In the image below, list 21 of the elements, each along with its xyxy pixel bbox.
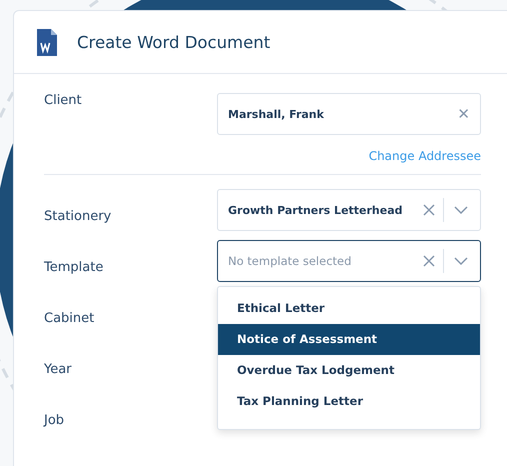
chevron-down-icon[interactable]	[454, 257, 468, 265]
dropdown-option[interactable]: Notice of Assessment	[218, 324, 480, 355]
field-label: Stationery	[44, 208, 112, 226]
dropdown-option[interactable]: Ethical Letter	[218, 293, 480, 324]
field-label: Client	[44, 93, 83, 110]
field-value: Marshall, Frank	[228, 108, 325, 120]
clear-icon[interactable]	[423, 204, 435, 216]
field-label: Year	[44, 361, 73, 379]
select-field[interactable]: Growth Partners Letterhead	[217, 189, 481, 231]
field-label: Cabinet	[44, 310, 96, 328]
dropdown-option[interactable]: Tax Planning Letter	[218, 386, 480, 417]
field-label: Job	[44, 412, 66, 430]
word-document-icon	[37, 28, 57, 56]
client-field[interactable]: Marshall, Frank ✕	[217, 93, 481, 135]
clear-icon[interactable]	[423, 255, 435, 267]
chevron-down-icon[interactable]	[454, 206, 468, 214]
dropdown-option[interactable]: Overdue Tax Lodgement	[218, 355, 480, 386]
field-label: Template	[44, 259, 104, 277]
field-value: Growth Partners Letterhead	[228, 204, 404, 216]
field-placeholder: No template selected	[228, 254, 352, 268]
dialog-title: Create Word Document	[77, 32, 270, 52]
